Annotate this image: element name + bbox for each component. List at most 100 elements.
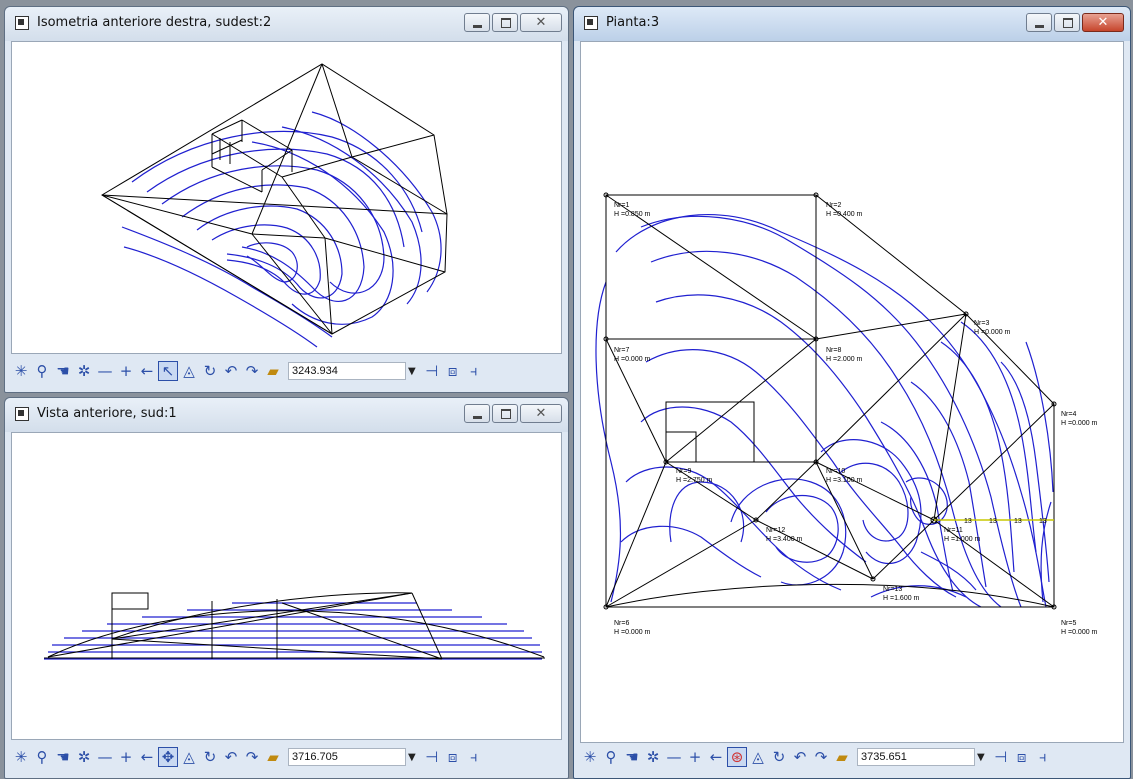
pin-icon[interactable]: ⊣ — [422, 361, 442, 381]
label-vertex-5: Nr=5 — [1061, 620, 1076, 627]
orbit-icon[interactable]: ◬ — [748, 747, 768, 767]
sparkle-icon[interactable]: ✲ — [643, 747, 663, 767]
undo-icon[interactable]: ↶ — [221, 747, 241, 767]
chevron-down-icon[interactable]: ▼ — [408, 366, 416, 377]
label-height-4: H =0.000 m — [1061, 420, 1098, 427]
cube-icon[interactable]: ⧈ — [443, 361, 463, 381]
maximize-button[interactable] — [492, 404, 518, 423]
zoom-icon[interactable]: ⚲ — [32, 747, 52, 767]
minus-icon[interactable]: — — [664, 747, 684, 767]
orbit-icon[interactable]: ◬ — [179, 361, 199, 381]
chevron-down-icon[interactable]: ▼ — [977, 752, 985, 763]
select-arrow-icon[interactable]: ⊛ — [727, 747, 747, 767]
window-titlebar[interactable]: Vista anteriore, sud:1 ✕ — [5, 398, 568, 432]
drawing-canvas-plan[interactable]: Nr=1 H =0.850 m Nr=2 H =0.400 m Nr=3 H =… — [580, 41, 1124, 743]
wireframe-edges — [101, 63, 448, 335]
maximize-button[interactable] — [1054, 13, 1080, 32]
close-button[interactable]: ✕ — [520, 404, 562, 423]
zoom-value-field[interactable]: 3735.651 — [857, 748, 975, 766]
split-icon[interactable]: ⫞ — [464, 747, 484, 767]
close-button[interactable]: ✕ — [520, 13, 562, 32]
window-titlebar[interactable]: Pianta:3 ✕ — [574, 7, 1130, 41]
pan-hand-icon[interactable]: ☚ — [53, 747, 73, 767]
zoom-value-field[interactable]: 3243.934 — [288, 362, 406, 380]
label-height-11: H =1.000 m — [944, 536, 981, 543]
drawing-canvas-front[interactable] — [11, 432, 562, 740]
arrow-left-icon[interactable]: ← — [706, 747, 726, 767]
chevron-down-icon[interactable]: ▼ — [408, 752, 416, 763]
label-vertex-6: Nr=6 — [614, 620, 629, 627]
sparkle-icon[interactable]: ✲ — [74, 747, 94, 767]
select-arrow-icon[interactable]: ✥ — [158, 747, 178, 767]
pin-icon[interactable]: ⊣ — [422, 747, 442, 767]
window-title: Vista anteriore, sud:1 — [37, 406, 177, 421]
document-icon — [15, 407, 29, 421]
label-vertex-12: Nr=12 — [766, 527, 785, 534]
arrow-left-icon[interactable]: ← — [137, 747, 157, 767]
redo-icon[interactable]: ↷ — [811, 747, 831, 767]
window-front-view[interactable]: Vista anteriore, sud:1 ✕ ✳ ⚲ ☚ ✲ — + ← ✥… — [4, 397, 569, 779]
zoom-icon[interactable]: ⚲ — [32, 361, 52, 381]
view-toolbar: ✳ ⚲ ☚ ✲ — + ← ✥ ◬ ↻ ↶ ↷ ▰ 3716.705 ▼ ⊣ ⧈… — [11, 744, 562, 770]
asterisk-icon[interactable]: ✳ — [11, 747, 31, 767]
minus-icon[interactable]: — — [95, 747, 115, 767]
close-button[interactable]: ✕ — [1082, 13, 1124, 32]
label-vertex-8: Nr=8 — [826, 347, 841, 354]
label-marker: 13 — [1039, 518, 1047, 525]
zoom-icon[interactable]: ⚲ — [601, 747, 621, 767]
redo-icon[interactable]: ↷ — [242, 747, 262, 767]
document-icon — [584, 16, 598, 30]
label-marker: 13 — [989, 518, 997, 525]
cube-icon[interactable]: ⧈ — [1012, 747, 1032, 767]
document-icon — [15, 16, 29, 30]
minimize-button[interactable] — [464, 404, 490, 423]
orbit-icon[interactable]: ◬ — [179, 747, 199, 767]
drawing-canvas-isometric[interactable] — [11, 41, 562, 354]
arrow-left-icon[interactable]: ← — [137, 361, 157, 381]
select-arrow-icon[interactable]: ↖ — [158, 361, 178, 381]
label-vertex-11: Nr=11 — [944, 527, 963, 534]
maximize-button[interactable] — [492, 13, 518, 32]
redo-icon[interactable]: ↷ — [242, 361, 262, 381]
label-height-8: H =2.000 m — [826, 356, 863, 363]
label-height-12: H =3.400 m — [766, 536, 803, 543]
undo-icon[interactable]: ↶ — [221, 361, 241, 381]
pan-hand-icon[interactable]: ☚ — [622, 747, 642, 767]
contour-lines — [595, 214, 1054, 608]
window-plan[interactable]: Pianta:3 ✕ Nr=1 H =0.850 m Nr=2 H =0.400… — [573, 6, 1131, 779]
rotate-icon[interactable]: ↻ — [200, 747, 220, 767]
minimize-button[interactable] — [1026, 13, 1052, 32]
label-height-7: H =0.000 m — [614, 356, 651, 363]
label-height-9: H =2.750 m — [676, 477, 713, 484]
folder-open-icon[interactable]: ▰ — [263, 361, 283, 381]
minimize-button[interactable] — [464, 13, 490, 32]
label-height-1: H =0.850 m — [614, 211, 651, 218]
folder-open-icon[interactable]: ▰ — [263, 747, 283, 767]
window-isometric[interactable]: Isometria anteriore destra, sudest:2 ✕ ✳… — [4, 6, 569, 393]
label-vertex-1: Nr=1 — [614, 202, 629, 209]
minus-icon[interactable]: — — [95, 361, 115, 381]
split-icon[interactable]: ⫞ — [464, 361, 484, 381]
asterisk-icon[interactable]: ✳ — [580, 747, 600, 767]
zoom-value-field[interactable]: 3716.705 — [288, 748, 406, 766]
sparkle-icon[interactable]: ✲ — [74, 361, 94, 381]
pin-icon[interactable]: ⊣ — [991, 747, 1011, 767]
rotate-icon[interactable]: ↻ — [200, 361, 220, 381]
undo-icon[interactable]: ↶ — [790, 747, 810, 767]
cube-icon[interactable]: ⧈ — [443, 747, 463, 767]
plus-icon[interactable]: + — [685, 747, 705, 767]
folder-open-icon[interactable]: ▰ — [832, 747, 852, 767]
rotate-icon[interactable]: ↻ — [769, 747, 789, 767]
label-height-10: H =3.100 m — [826, 477, 863, 484]
window-titlebar[interactable]: Isometria anteriore destra, sudest:2 ✕ — [5, 7, 568, 41]
split-icon[interactable]: ⫞ — [1033, 747, 1053, 767]
label-marker: 13 — [1014, 518, 1022, 525]
view-toolbar: ✳ ⚲ ☚ ✲ — + ← ⊛ ◬ ↻ ↶ ↷ ▰ 3735.651 ▼ ⊣ ⧈… — [580, 744, 1124, 770]
plus-icon[interactable]: + — [116, 361, 136, 381]
label-height-5: H =0.000 m — [1061, 629, 1098, 636]
pan-hand-icon[interactable]: ☚ — [53, 361, 73, 381]
plus-icon[interactable]: + — [116, 747, 136, 767]
label-vertex-7: Nr=7 — [614, 347, 629, 354]
contour-lines — [121, 111, 442, 348]
asterisk-icon[interactable]: ✳ — [11, 361, 31, 381]
